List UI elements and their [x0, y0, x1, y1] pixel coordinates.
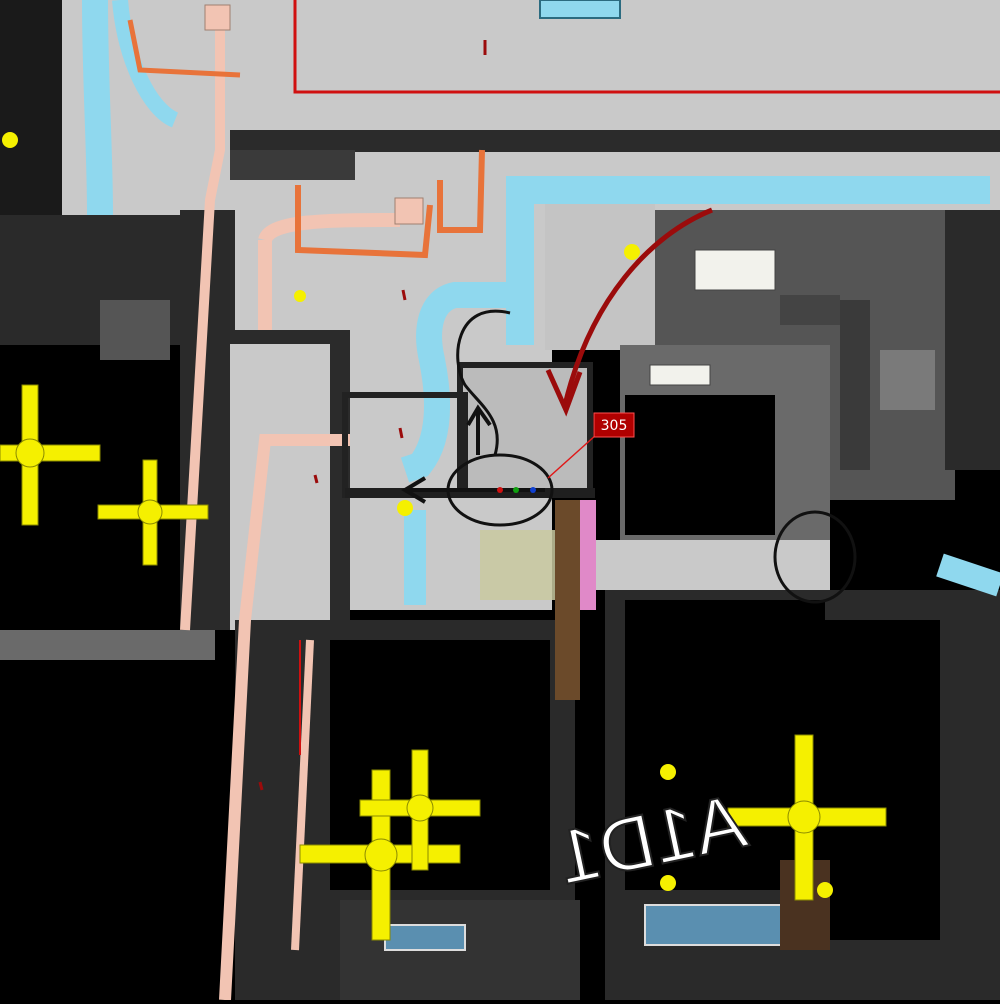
cleanout-box-2: [394, 197, 424, 225]
red-tick-4: [313, 474, 319, 484]
wall-right-edge: [945, 210, 1000, 470]
duct-top-right: [539, 0, 621, 19]
room-bottom-left-void: [0, 630, 215, 1000]
sink-unit: [880, 350, 935, 410]
red-tick-3: [398, 427, 404, 439]
appliance-1: [780, 295, 840, 325]
cleanout-box-1: [204, 4, 231, 31]
upper-cabinet-1: [694, 249, 776, 291]
fixture-small-2: [624, 244, 640, 260]
floor-lower-corridor: [590, 540, 830, 590]
room-center-right-void: [625, 395, 775, 535]
connector-blue: [530, 487, 536, 493]
model-canvas[interactable]: 305 A1D1: [0, 0, 1000, 1001]
wall-bottom-left-ledge: [0, 630, 215, 660]
fixture-small-1: [2, 132, 18, 148]
duct-top-left: [82, 0, 113, 216]
annotation-tag-text: 305: [601, 418, 628, 434]
fixture-small-7: [397, 500, 413, 516]
door-center: [555, 500, 580, 700]
fixture-small-3: [294, 290, 306, 302]
window-bottom-center: [384, 924, 466, 951]
red-tick-5: [258, 781, 264, 791]
annotation-tag-305[interactable]: 305: [593, 412, 635, 438]
wall-corridor-north: [230, 130, 1000, 152]
floor-shaft-area: [545, 200, 655, 350]
louver-grille-left: [100, 300, 170, 360]
room-bottom-right-void-2: [820, 620, 940, 940]
upper-cabinet-2: [649, 364, 711, 386]
bim-3d-viewport[interactable]: 305 A1D1: [0, 0, 1000, 1001]
pink-panel: [580, 500, 596, 610]
connector-green: [513, 487, 519, 493]
connector-red: [497, 487, 503, 493]
fixture-small-6: [817, 882, 833, 898]
wall-block-1: [230, 150, 355, 180]
fixture-small-4: [660, 764, 676, 780]
appliance-column: [840, 300, 870, 470]
red-tick-2: [401, 289, 407, 301]
